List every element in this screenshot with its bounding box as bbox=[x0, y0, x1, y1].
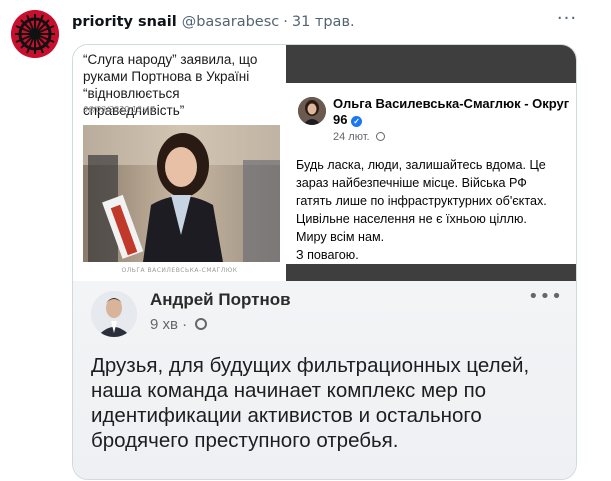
fb-author-name: Ольга Василевська-Смаглюк - Округ 96 bbox=[333, 96, 570, 127]
portnov-time-text: 9 хв bbox=[150, 316, 178, 333]
more-horizontal-icon[interactable]: ··· bbox=[556, 10, 578, 33]
portnov-text: Друзья, для будущих фильтрационных целей… bbox=[91, 353, 571, 453]
avatar bbox=[91, 291, 137, 337]
fb-text-line: Будь ласка, люди, залишайтесь вдома. Це bbox=[296, 158, 546, 172]
news-date: 06/03/2020 13:47 bbox=[83, 105, 155, 114]
portnov-post: Андрей Портнов 9 хв · ••• Друзья, для бу… bbox=[73, 281, 576, 479]
avatar[interactable] bbox=[11, 10, 59, 58]
fb-text-line: Миру всім нам. bbox=[296, 230, 385, 244]
fb-post: Ольга Василевська-Смаглюк - Округ 96 ✓ 2… bbox=[286, 45, 576, 281]
more-horizontal-icon: ••• bbox=[528, 286, 563, 307]
verified-icon: ✓ bbox=[351, 116, 363, 127]
tweet-date[interactable]: 31 трав. bbox=[292, 14, 355, 30]
fb-time: 24 лют. bbox=[333, 131, 385, 143]
tweet-header: priority snail @basarabesc · 31 трав. bbox=[72, 12, 355, 32]
globe-icon bbox=[375, 132, 385, 141]
portnov-text-line: наша команда начинает комплекс мер по bbox=[91, 379, 487, 402]
fb-text-line: гатять лише по інфраструктурних об'єктах… bbox=[296, 194, 547, 208]
news-clip: “Слуга народу” заявила, що руками Портно… bbox=[73, 45, 286, 281]
news-title-line: руками Портнова в Україні bbox=[83, 69, 250, 84]
news-photo bbox=[83, 125, 280, 262]
portnov-text-line: Друзья, для будущих фильтрационных целей… bbox=[91, 354, 530, 377]
portnov-time: 9 хв · bbox=[150, 316, 208, 333]
fb-text: Будь ласка, люди, залишайтесь вдома. Це … bbox=[296, 156, 571, 264]
fb-author: Ольга Василевська-Смаглюк - Округ 96 ✓ bbox=[333, 96, 573, 128]
author-name[interactable]: priority snail bbox=[72, 14, 177, 30]
tweet[interactable]: priority snail @basarabesc · 31 трав. ··… bbox=[0, 0, 611, 481]
separator: · bbox=[283, 14, 288, 30]
tweet-media[interactable]: “Слуга народу” заявила, що руками Портно… bbox=[72, 44, 577, 480]
separator: · bbox=[182, 316, 188, 333]
portnov-text-line: бродячего преступного отребья. bbox=[91, 429, 399, 452]
portnov-text-line: идентификации активистов и остального bbox=[91, 404, 482, 427]
portnov-author: Андрей Портнов bbox=[150, 290, 291, 309]
news-title-line: “Слуга народу” заявила, що bbox=[83, 52, 258, 67]
avatar bbox=[298, 97, 326, 125]
fb-text-line: Цивільне населення не є їхньою ціллю. bbox=[296, 212, 527, 226]
fb-time-text: 24 лют. bbox=[333, 131, 370, 143]
fb-bottom-bar bbox=[286, 264, 576, 281]
fb-text-line: зараз найбезпечніше місце. Війська РФ bbox=[296, 176, 527, 190]
fb-top-bar bbox=[286, 45, 576, 83]
globe-icon bbox=[195, 318, 208, 330]
author-handle[interactable]: @basarabesc bbox=[182, 14, 280, 30]
news-caption: ОЛЬГА ВАСИЛЕВСЬКА-СМАГЛЮК bbox=[121, 267, 238, 274]
fb-text-line: З повагою. bbox=[296, 248, 359, 262]
